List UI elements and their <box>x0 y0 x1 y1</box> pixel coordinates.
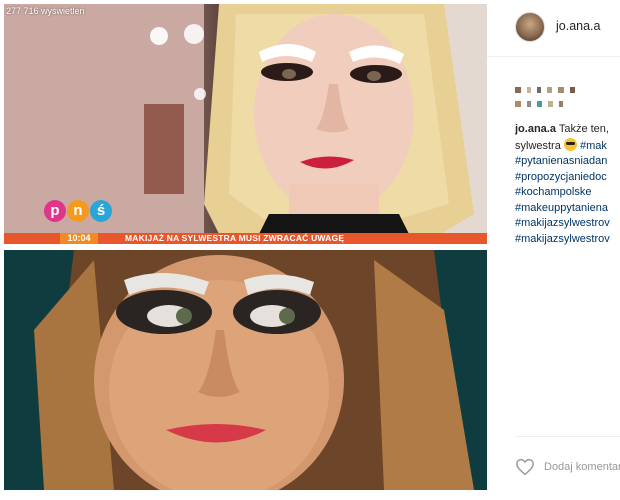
censored-block <box>515 80 581 107</box>
instagram-post: 277 716 wyświetleń p n ś 10:04 MAKIJAŻ N… <box>0 0 620 500</box>
logo-letter-s: ś <box>90 200 112 222</box>
caption-text: Także ten, <box>558 123 609 135</box>
comment-bar <box>515 458 620 476</box>
caption-text-line2: sylwestra <box>515 139 561 152</box>
hashtag-link[interactable]: #mak <box>580 140 607 152</box>
divider <box>515 436 620 437</box>
hashtag-link[interactable]: #kochampolske <box>515 185 620 201</box>
avatar[interactable] <box>515 12 545 42</box>
heart-icon[interactable] <box>515 458 535 476</box>
author-username[interactable]: jo.ana.a <box>556 19 600 33</box>
news-ticker-bar: 10:04 MAKIJAŻ NA SYLWESTRA MUSI ZWRACAĆ … <box>4 233 487 244</box>
post-media[interactable]: 277 716 wyświetleń p n ś 10:04 MAKIJAŻ N… <box>4 4 487 490</box>
hashtag-link[interactable]: #makijazsylwestrov <box>515 232 620 248</box>
tv-channel-logo: p n ś <box>44 200 112 224</box>
comment-input[interactable] <box>544 460 620 474</box>
sunglasses-emoji-icon <box>563 137 577 151</box>
views-counter: 277 716 wyświetleń <box>6 6 85 16</box>
tv-screenshot-image: 277 716 wyświetleń p n ś 10:04 MAKIJAŻ N… <box>4 4 487 244</box>
hashtag-link[interactable]: #pytanienasniadan <box>515 154 620 170</box>
logo-letter-n: n <box>67 200 89 222</box>
ticker-headline: MAKIJAŻ NA SYLWESTRA MUSI ZWRACAĆ UWAGĘ <box>125 233 345 243</box>
logo-letter-p: p <box>44 200 66 222</box>
selfie-photo-illustration <box>4 250 487 490</box>
hashtag-link[interactable]: #makijazsylwestrov <box>515 216 620 232</box>
post-caption: jo.ana.a Także ten, sylwestra #mak #pyta… <box>515 122 620 247</box>
ticker-time: 10:04 <box>60 233 98 244</box>
hashtag-link[interactable]: #propozycjaniedoc <box>515 170 620 186</box>
caption-username[interactable]: jo.ana.a <box>515 123 556 135</box>
selfie-photo-image <box>4 250 487 490</box>
post-side-panel: jo.ana.a jo.ana.a Także ten, sylwestra #… <box>487 0 620 500</box>
hashtag-link[interactable]: #makeuppytaniena <box>515 201 620 217</box>
post-header: jo.ana.a <box>487 0 620 57</box>
